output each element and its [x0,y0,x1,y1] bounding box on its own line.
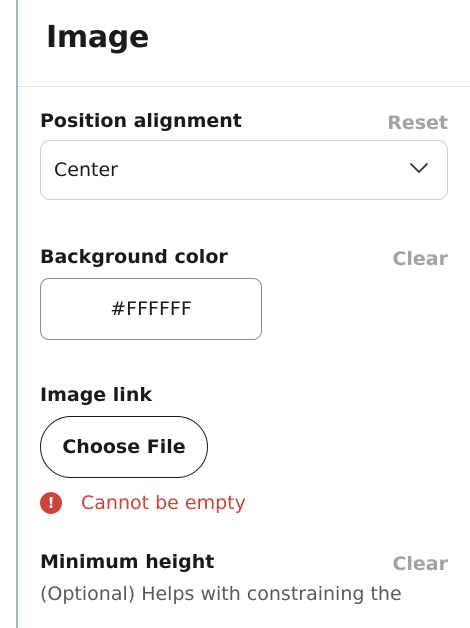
clear-background-color-button[interactable]: Clear [392,248,448,270]
panel-title: Image [46,20,149,55]
position-alignment-field: Position alignment Reset Center [40,110,448,210]
position-alignment-value: Center [54,159,118,181]
minimum-height-label: Minimum height [40,551,215,573]
exclamation-icon: ! [40,492,62,514]
choose-file-button[interactable]: Choose File [40,416,208,478]
minimum-height-help-text: (Optional) Helps with constraining the [40,583,402,605]
reset-button[interactable]: Reset [387,112,448,134]
image-link-label: Image link [40,384,152,406]
clear-minimum-height-button[interactable]: Clear [392,553,448,575]
error-message: Cannot be empty [81,492,246,514]
image-link-error: ! Cannot be empty [40,492,246,514]
panel-header: Image [18,0,470,87]
image-settings-panel: Image Position alignment Reset Center Ba… [16,0,470,628]
background-color-label: Background color [40,246,228,268]
position-alignment-select[interactable]: Center [40,140,448,200]
minimum-height-field: Minimum height Clear (Optional) Helps wi… [40,551,448,628]
image-link-field: Image link Choose File ! Cannot be empty [40,384,448,524]
background-color-input[interactable]: #FFFFFF [40,278,262,340]
background-color-field: Background color Clear #FFFFFF [40,246,448,346]
chevron-down-icon [410,163,428,173]
